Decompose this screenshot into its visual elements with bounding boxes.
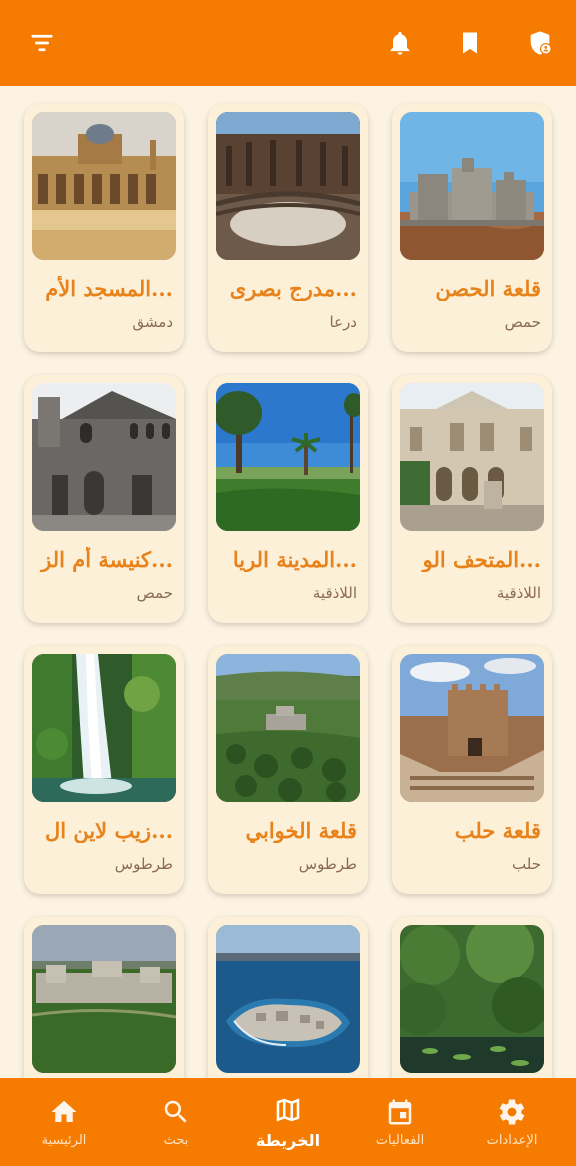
place-title: قلعة الحصن (435, 276, 541, 301)
place-city: اللاذقية (312, 584, 357, 602)
nav-label: الرئيسية (41, 1132, 87, 1148)
place-city: درعا (329, 313, 357, 331)
place-card[interactable]: ...زيب لاين ال طرطوس (24, 646, 184, 894)
place-card[interactable]: قلعة حلب حلب (392, 646, 552, 894)
place-image (400, 383, 544, 531)
place-image (400, 112, 544, 260)
gear-icon (499, 1099, 525, 1124)
bell-icon[interactable] (384, 27, 416, 59)
nav-label: الخريطة (255, 1130, 321, 1150)
place-city: حمص (136, 584, 173, 602)
home-icon (51, 1100, 77, 1122)
place-city: حلب (512, 855, 541, 873)
place-card[interactable]: ...المدينة الريا اللاذقية (208, 375, 368, 623)
place-card[interactable] (392, 917, 552, 1078)
place-image (216, 654, 360, 802)
nav-label: الفعاليات (375, 1132, 425, 1148)
nav-label: الإعدادات (486, 1132, 538, 1148)
shield-user-icon[interactable] (524, 27, 556, 59)
place-card[interactable]: قلعة الحصن حمص (392, 104, 552, 352)
nav-item-events[interactable]: الفعاليات (345, 1097, 455, 1148)
place-image (32, 383, 176, 531)
nav-label: بحث (163, 1132, 189, 1148)
place-card[interactable]: ...المسجد الأم دمشق (24, 104, 184, 352)
place-title: ...المدينة الريا (232, 547, 357, 572)
place-image (216, 383, 360, 531)
nav-item-settings[interactable]: الإعدادات (457, 1097, 567, 1148)
place-image (216, 112, 360, 260)
map-icon (276, 1098, 300, 1121)
places-grid: قلعة الحصن حمص ...مدرج بصرى درعا ...المس… (0, 86, 576, 1078)
place-card[interactable]: ...المتحف الو اللاذقية (392, 375, 552, 623)
place-card[interactable] (208, 917, 368, 1078)
place-card[interactable]: قلعة الخوابي طرطوس (208, 646, 368, 894)
nav-item-search[interactable]: بحث (121, 1097, 231, 1148)
bottom-nav: الإعدادات الفعاليات الخريطة بحث الرئيسية (0, 1078, 576, 1166)
app-header (0, 0, 576, 86)
place-city: دمشق (132, 313, 173, 331)
place-title: قلعة حلب (454, 818, 541, 843)
place-city: طرطوس (298, 855, 357, 873)
nav-item-home[interactable]: الرئيسية (9, 1097, 119, 1148)
place-card[interactable]: ...كنيسة أم الز حمص (24, 375, 184, 623)
place-title: ...كنيسة أم الز (41, 547, 173, 572)
calendar-icon (388, 1099, 412, 1124)
place-card[interactable]: ...مدرج بصرى درعا (208, 104, 368, 352)
nav-item-map[interactable]: الخريطة (233, 1095, 343, 1150)
place-title: قلعة الخوابي (245, 818, 357, 843)
place-city: حمص (504, 313, 541, 331)
place-image (32, 654, 176, 802)
search-icon (164, 1100, 187, 1123)
place-card[interactable] (24, 917, 184, 1078)
place-title: ...مدرج بصرى (229, 276, 357, 301)
place-city: اللاذقية (496, 584, 541, 602)
place-image (32, 925, 176, 1073)
place-image (400, 654, 544, 802)
place-title: ...المتحف الو (422, 547, 541, 572)
place-title: ...المسجد الأم (45, 276, 173, 301)
bookmark-icon[interactable] (454, 27, 486, 59)
place-image (32, 112, 176, 260)
filter-icon[interactable] (26, 27, 58, 59)
place-title: ...زيب لاين ال (44, 818, 173, 843)
place-city: طرطوس (114, 855, 173, 873)
place-image (216, 925, 360, 1073)
place-image (400, 925, 544, 1073)
